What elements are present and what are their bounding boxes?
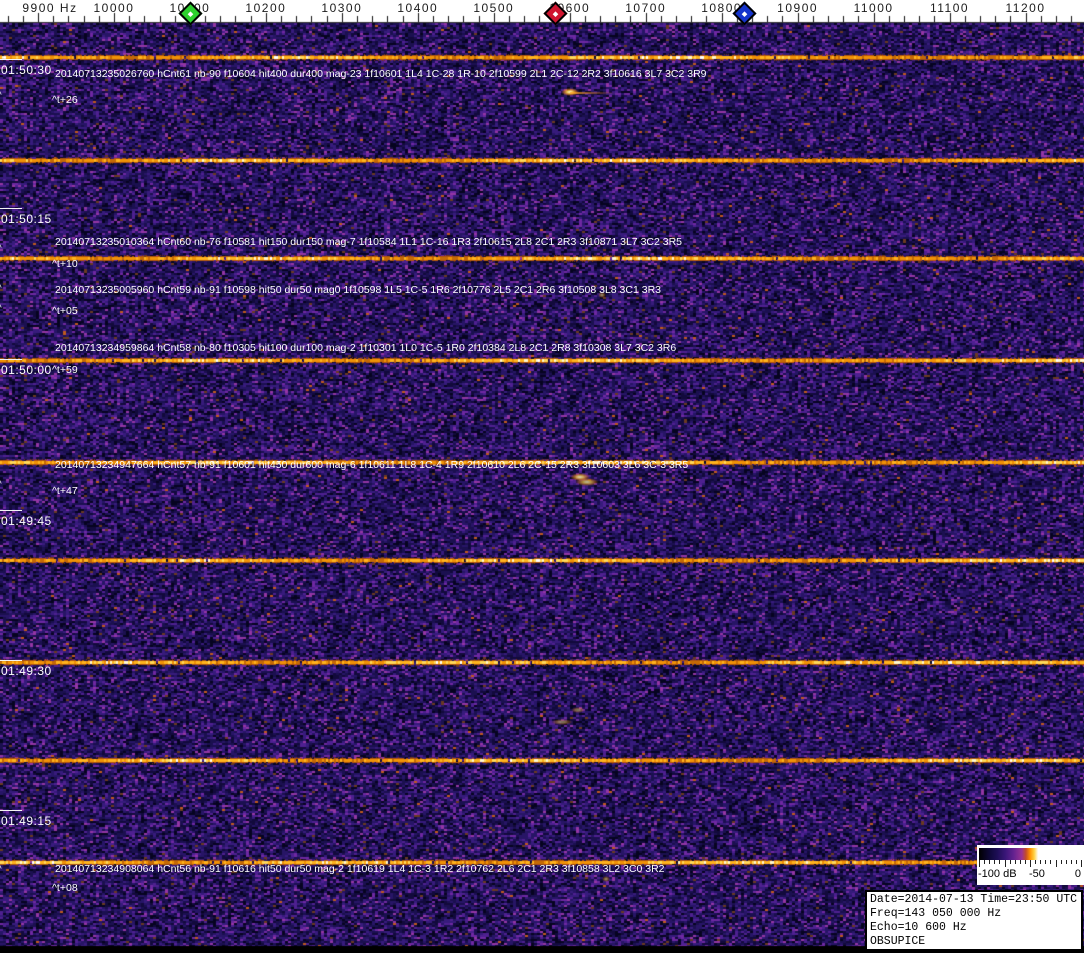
legend-tick [1019, 860, 1021, 864]
time-tick [0, 810, 22, 811]
event-info-line: 20140713234959864 hCnt58 nb-80 f10305 hi… [55, 342, 677, 354]
legend-tick [1065, 860, 1067, 864]
time-tick [0, 208, 22, 209]
legend-tick [1040, 860, 1042, 864]
event-time-tag: ^t+47 [52, 485, 78, 497]
event-info-line: 20140713234908064 hCnt56 nb-91 f10616 hi… [55, 863, 665, 875]
legend-tick [1024, 860, 1026, 864]
edge-caret-mark: ^ [0, 283, 2, 294]
time-tick [0, 510, 22, 511]
event-info-line: 20140713234947664 hCnt57 nb-91 f10601 hi… [55, 459, 689, 471]
event-time-tag: ^t+59 [52, 364, 78, 376]
legend-tick [984, 860, 986, 864]
info-frequency: Freq=143 050 000 Hz [870, 907, 1002, 920]
freq-axis-label-11200: 11200 [1005, 1, 1046, 15]
freq-axis-label-11100: 11100 [929, 1, 970, 15]
legend-tick [979, 860, 980, 867]
legend-tick [1070, 860, 1072, 864]
legend-tick [1009, 860, 1011, 864]
legend-tick [989, 860, 991, 864]
event-time-tag: ^t+26 [52, 94, 78, 106]
legend-label-min: -100 dB [978, 868, 1017, 880]
freq-axis-label-10700: 10700 [625, 1, 667, 15]
legend-tick [1075, 860, 1077, 864]
edge-caret-mark: ^ [0, 479, 2, 490]
legend-tick [1014, 860, 1016, 864]
edge-caret-mark: ^ [0, 90, 2, 101]
info-echo: Echo=10 600 Hz [870, 921, 967, 934]
frequency-ruler[interactable] [0, 0, 1084, 23]
freq-axis-label-10400: 10400 [397, 1, 439, 15]
edge-caret-mark: ^ [0, 864, 2, 875]
time-label: 01:50:15 [1, 212, 52, 226]
color-scale-legend: -100 dB -50 0 [977, 845, 1084, 885]
legend-tick [1035, 860, 1037, 864]
legend-tick [1060, 860, 1062, 864]
event-info-line: 20140713235026760 hCnt61 nb-90 f10604 hi… [55, 68, 707, 80]
marker-blue-center-dot [742, 11, 748, 18]
legend-tick [994, 860, 996, 864]
legend-tick [1081, 860, 1082, 867]
freq-axis-label-11000: 11000 [853, 1, 894, 15]
color-scale-gradient [979, 848, 1081, 860]
legend-label-max: 0 [1074, 868, 1081, 880]
time-label: 01:49:15 [1, 814, 52, 828]
legend-label-mid: -50 [1029, 868, 1045, 880]
freq-axis-label-10000: 10000 [93, 1, 135, 15]
info-date-time: Date=2014-07-13 Time=23:50 UTC [870, 893, 1078, 906]
event-info-line: 20140713235010364 hCnt60 nb-76 f10581 hi… [55, 236, 683, 248]
legend-tick [1004, 860, 1006, 867]
spectrogram-display[interactable] [0, 23, 1084, 947]
time-label: 01:49:45 [1, 514, 52, 528]
marker-green-center-dot [187, 11, 194, 18]
legend-tick [1050, 860, 1052, 864]
freq-axis-label-10200: 10200 [245, 1, 287, 15]
edge-caret-mark: ^ [0, 303, 2, 314]
time-tick [0, 359, 22, 360]
edge-caret-mark: ^ [0, 243, 2, 254]
time-label: 01:49:30 [1, 664, 52, 678]
event-info-line: 20140713235005960 hCnt59 nb-91 f10598 hi… [55, 284, 661, 296]
freq-axis-label-9900: 9900 Hz [22, 1, 78, 15]
legend-tick [1030, 860, 1031, 867]
legend-tick [999, 860, 1001, 864]
info-station: OBSUPICE [870, 935, 926, 948]
marker-red-center-dot [552, 11, 558, 18]
event-time-tag: ^t+10 [52, 258, 78, 270]
color-scale-ticks [979, 860, 1082, 867]
legend-tick [1045, 860, 1047, 864]
station-info-box: Date=2014-07-13 Time=23:50 UTC Freq=143 … [865, 890, 1083, 951]
freq-axis-label-10300: 10300 [321, 1, 363, 15]
time-label: 01:50:30 [1, 63, 52, 77]
freq-axis-label-10900: 10900 [777, 1, 819, 15]
spectrum-lab-window: 9900 Hz100001010010200103001040010500106… [0, 0, 1084, 953]
event-time-tag: ^t+08 [52, 882, 78, 894]
freq-axis-label-10500: 10500 [473, 1, 515, 15]
time-tick [0, 59, 22, 60]
legend-tick [1055, 860, 1057, 867]
time-label: 01:50:00 [1, 363, 52, 377]
event-time-tag: ^t+05 [52, 305, 78, 317]
time-tick [0, 660, 22, 661]
